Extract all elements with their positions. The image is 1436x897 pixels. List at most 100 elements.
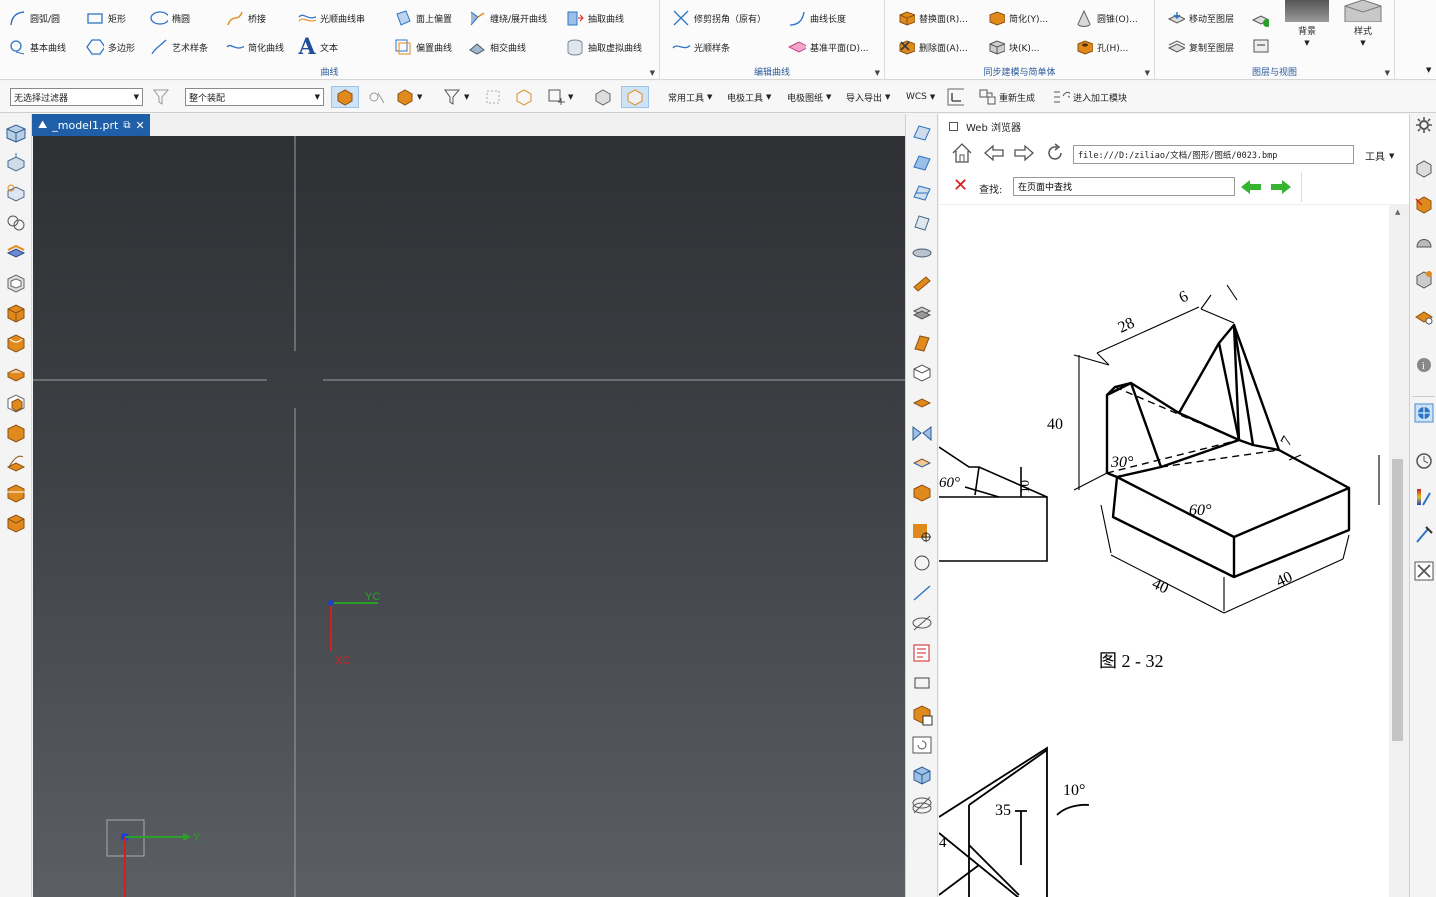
url-field[interactable]: [1073, 145, 1354, 164]
copy-to-layer-button[interactable]: 复制至图层: [1167, 36, 1234, 58]
arc-circle-button[interactable]: 圆弧/圆: [8, 7, 60, 29]
select-feature-button[interactable]: ▼: [396, 86, 422, 108]
constraint-navigator-icon[interactable]: [1413, 232, 1435, 254]
smooth-curve-string-button[interactable]: 光顺曲线串: [298, 7, 365, 29]
assembly-scope-dropdown[interactable]: 整个装配 ▼: [185, 88, 324, 106]
assembly-navigator-icon[interactable]: [1413, 194, 1435, 216]
wcs-dynamic-button[interactable]: [946, 86, 964, 108]
sweep-icon[interactable]: [911, 302, 933, 324]
tube-icon[interactable]: [911, 272, 933, 294]
trim-corner-button[interactable]: 修剪拐角（原有）: [672, 7, 766, 29]
move-to-layer-button[interactable]: 移动至图层: [1167, 7, 1234, 29]
thicken-icon[interactable]: [911, 362, 933, 384]
block-button[interactable]: 块(K)...: [987, 36, 1040, 58]
split-body-icon[interactable]: [5, 482, 27, 504]
orient-view-icon[interactable]: [911, 764, 933, 786]
patch-icon[interactable]: [911, 392, 933, 414]
close-find-icon[interactable]: ✕: [953, 177, 968, 195]
offset-face-icon[interactable]: [5, 422, 27, 444]
basic-curve-button[interactable]: 基本曲线: [8, 36, 66, 58]
select-box-button[interactable]: [515, 86, 533, 108]
combine-icon[interactable]: [5, 242, 27, 264]
rectangle-frame-icon[interactable]: [911, 672, 933, 694]
layer-settings-button[interactable]: [1251, 7, 1269, 29]
offset-surface-icon[interactable]: [911, 332, 933, 354]
enter-manufacturing-button[interactable]: 进入加工模块: [1052, 86, 1127, 108]
swept-tube-icon[interactable]: [911, 242, 933, 264]
extract-virtual-curve-button[interactable]: 抽取虚拟曲线: [566, 36, 642, 58]
background-button[interactable]: 背景 ▼: [1285, 0, 1329, 50]
extrude-icon[interactable]: [5, 152, 27, 174]
polygon-button[interactable]: 多边形: [86, 36, 135, 58]
collapse-checkbox[interactable]: [949, 121, 958, 131]
part-navigator-icon[interactable]: [1413, 158, 1435, 180]
find-previous-icon[interactable]: [1239, 178, 1263, 196]
sew-sheet-icon[interactable]: [911, 422, 933, 444]
tab-model1-prt[interactable]: ⛰ _model1.prt ⧉ ✕: [32, 114, 150, 136]
group-expand-icon[interactable]: ▼: [650, 69, 655, 77]
back-arrow-icon[interactable]: [983, 144, 1005, 162]
simplify-body-button[interactable]: 简化(Y)...: [987, 7, 1048, 29]
sketch-body-icon[interactable]: [5, 122, 27, 144]
pattern-icon[interactable]: [5, 212, 27, 234]
section-icon[interactable]: [911, 642, 933, 664]
curve-length-button[interactable]: 曲线长度: [788, 7, 846, 29]
group-expand-icon[interactable]: ▼: [1145, 69, 1150, 77]
delete-face-button[interactable]: 删除面(A)...: [897, 36, 968, 58]
graphics-viewport[interactable]: YC XC Y: [33, 136, 905, 897]
chamfer-icon[interactable]: [5, 362, 27, 384]
select-body-button[interactable]: [331, 86, 359, 108]
filter-options-button[interactable]: ▼: [443, 86, 469, 108]
rotate-view-icon[interactable]: [911, 734, 933, 756]
shell-icon[interactable]: [5, 272, 27, 294]
revolve-icon[interactable]: [5, 182, 27, 204]
text-button[interactable]: A 文本: [298, 34, 338, 60]
orange-block-icon[interactable]: [5, 302, 27, 324]
show-wireframe-button[interactable]: [621, 86, 649, 108]
ribbon-more-icon[interactable]: ▼: [1426, 66, 1431, 74]
palette-icon[interactable]: [1413, 486, 1435, 508]
roles-tools-icon[interactable]: [1413, 560, 1435, 582]
smooth-spline-button[interactable]: 光顺样条: [672, 36, 730, 58]
find-input[interactable]: [1013, 177, 1235, 196]
surface-through-curves-icon[interactable]: [911, 122, 933, 144]
circle-icon[interactable]: [911, 552, 933, 574]
offset-on-face-button[interactable]: 面上偏置: [394, 7, 452, 29]
draft-icon[interactable]: [5, 392, 27, 414]
ruled-surface-icon[interactable]: [911, 212, 933, 234]
reuse-library-icon[interactable]: [1413, 269, 1435, 291]
web-browser-tab-icon[interactable]: [1413, 402, 1435, 424]
forward-arrow-icon[interactable]: [1013, 144, 1035, 162]
edge-blend-icon[interactable]: [5, 332, 27, 354]
scroll-up-icon[interactable]: ▲: [1395, 208, 1400, 216]
line-icon[interactable]: [911, 582, 933, 604]
menu-electrode-drawing[interactable]: 电极图纸 ▼: [787, 86, 831, 108]
reset-filter-button[interactable]: [152, 86, 170, 108]
offset-curve-button[interactable]: 偏置曲线: [394, 36, 452, 58]
settings-gear-icon[interactable]: [1413, 114, 1435, 136]
select-add-button[interactable]: ▼: [547, 86, 573, 108]
group-expand-icon[interactable]: ▼: [1385, 69, 1390, 77]
add-point-icon[interactable]: [911, 522, 933, 544]
view-layer-button[interactable]: [1251, 36, 1269, 58]
menu-common-tools[interactable]: 常用工具 ▼: [668, 86, 712, 108]
style-button[interactable]: 样式 ▼: [1341, 0, 1385, 50]
replace-face-button[interactable]: 替换面(R)...: [897, 7, 968, 29]
snap-grid-button[interactable]: [484, 86, 502, 108]
info-icon[interactable]: i: [1413, 354, 1435, 376]
refresh-icon[interactable]: [1045, 143, 1065, 163]
bridge-curve-button[interactable]: 桥接: [226, 7, 266, 29]
scroll-thumb[interactable]: [1392, 459, 1403, 741]
surface-mesh-icon[interactable]: [911, 152, 933, 174]
studio-surface-icon[interactable]: [911, 182, 933, 204]
home-icon[interactable]: [951, 142, 973, 164]
menu-import-export[interactable]: 导入导出 ▼: [846, 86, 890, 108]
menu-wcs[interactable]: WCS ▼: [906, 86, 935, 108]
intersect-curve-button[interactable]: 相交曲线: [468, 36, 526, 58]
find-next-icon[interactable]: [1269, 178, 1293, 196]
ellipse-button[interactable]: 椭圆: [150, 7, 190, 29]
hide-icon[interactable]: [911, 612, 933, 634]
extract-curve-button[interactable]: 抽取曲线: [566, 7, 624, 29]
close-tab-icon[interactable]: ✕: [135, 119, 144, 132]
show-hide-icon[interactable]: [911, 794, 933, 816]
